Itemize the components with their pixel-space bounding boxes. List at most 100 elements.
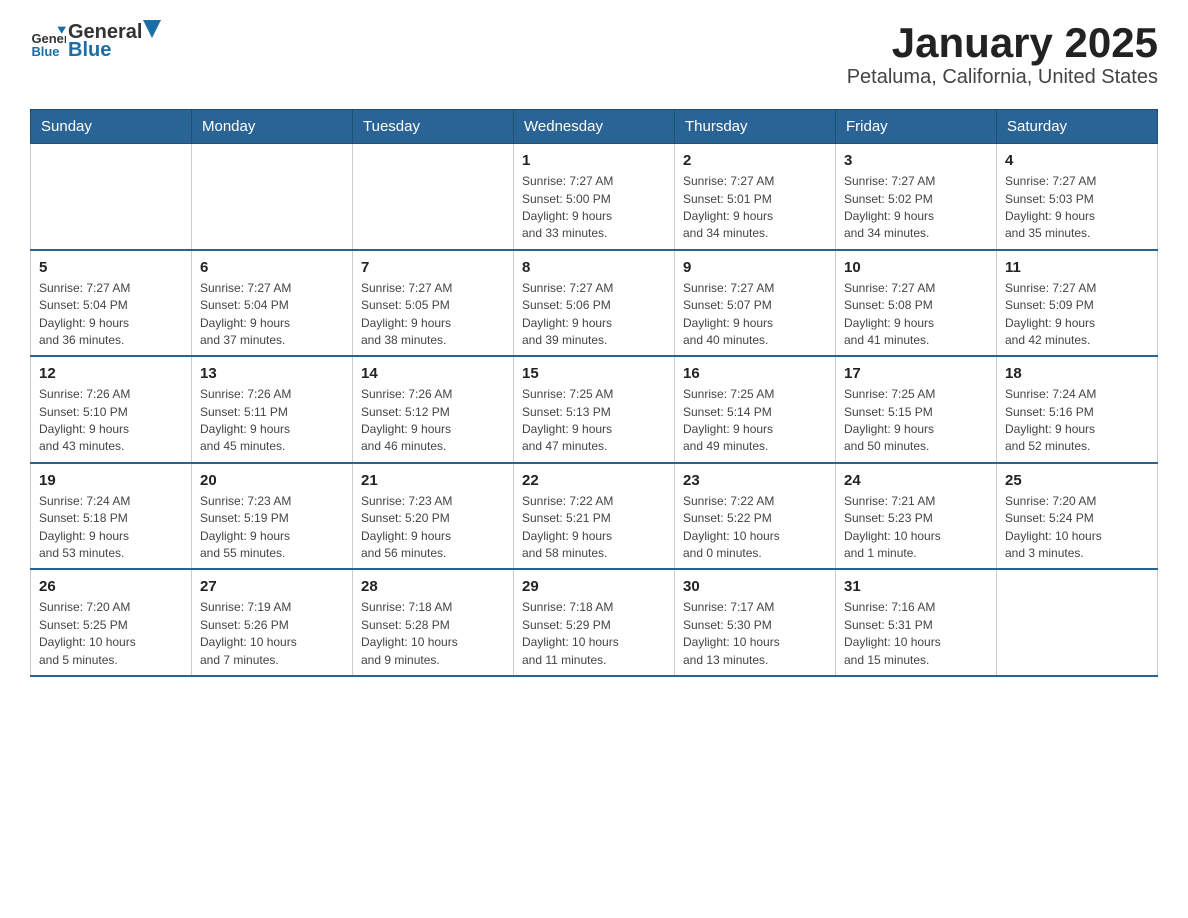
day-number: 29: [522, 576, 666, 597]
calendar-cell: 28Sunrise: 7:18 AM Sunset: 5:28 PM Dayli…: [353, 569, 514, 676]
page-title: January 2025: [847, 20, 1158, 66]
svg-text:Blue: Blue: [31, 44, 59, 59]
logo-blue-text: Blue: [68, 39, 111, 61]
calendar-cell: 1Sunrise: 7:27 AM Sunset: 5:00 PM Daylig…: [514, 144, 675, 250]
logo: General Blue General Blue: [30, 20, 163, 62]
day-number: 6: [200, 257, 344, 278]
calendar-cell: 17Sunrise: 7:25 AM Sunset: 5:15 PM Dayli…: [836, 356, 997, 463]
day-number: 19: [39, 470, 183, 491]
day-number: 25: [1005, 470, 1149, 491]
day-info: Sunrise: 7:23 AM Sunset: 5:19 PM Dayligh…: [200, 493, 344, 563]
calendar-cell: [997, 569, 1158, 676]
day-number: 20: [200, 470, 344, 491]
calendar-cell: 14Sunrise: 7:26 AM Sunset: 5:12 PM Dayli…: [353, 356, 514, 463]
calendar-header: SundayMondayTuesdayWednesdayThursdayFrid…: [31, 110, 1158, 144]
day-info: Sunrise: 7:26 AM Sunset: 5:10 PM Dayligh…: [39, 386, 183, 456]
calendar-col-sunday: Sunday: [31, 110, 192, 144]
day-number: 16: [683, 363, 827, 384]
calendar-cell: 10Sunrise: 7:27 AM Sunset: 5:08 PM Dayli…: [836, 250, 997, 357]
calendar-week-4: 19Sunrise: 7:24 AM Sunset: 5:18 PM Dayli…: [31, 463, 1158, 570]
day-info: Sunrise: 7:17 AM Sunset: 5:30 PM Dayligh…: [683, 599, 827, 669]
day-number: 23: [683, 470, 827, 491]
calendar-cell: [192, 144, 353, 250]
day-info: Sunrise: 7:24 AM Sunset: 5:16 PM Dayligh…: [1005, 386, 1149, 456]
calendar-col-saturday: Saturday: [997, 110, 1158, 144]
calendar-cell: 25Sunrise: 7:20 AM Sunset: 5:24 PM Dayli…: [997, 463, 1158, 570]
day-info: Sunrise: 7:27 AM Sunset: 5:02 PM Dayligh…: [844, 173, 988, 243]
day-number: 18: [1005, 363, 1149, 384]
calendar-cell: 4Sunrise: 7:27 AM Sunset: 5:03 PM Daylig…: [997, 144, 1158, 250]
day-number: 11: [1005, 257, 1149, 278]
day-number: 2: [683, 150, 827, 171]
day-number: 17: [844, 363, 988, 384]
calendar-cell: 5Sunrise: 7:27 AM Sunset: 5:04 PM Daylig…: [31, 250, 192, 357]
calendar-col-thursday: Thursday: [675, 110, 836, 144]
day-number: 14: [361, 363, 505, 384]
day-info: Sunrise: 7:18 AM Sunset: 5:29 PM Dayligh…: [522, 599, 666, 669]
day-info: Sunrise: 7:22 AM Sunset: 5:22 PM Dayligh…: [683, 493, 827, 563]
day-info: Sunrise: 7:20 AM Sunset: 5:25 PM Dayligh…: [39, 599, 183, 669]
calendar-cell: 9Sunrise: 7:27 AM Sunset: 5:07 PM Daylig…: [675, 250, 836, 357]
day-info: Sunrise: 7:27 AM Sunset: 5:04 PM Dayligh…: [200, 280, 344, 350]
day-number: 22: [522, 470, 666, 491]
calendar-cell: 6Sunrise: 7:27 AM Sunset: 5:04 PM Daylig…: [192, 250, 353, 357]
day-info: Sunrise: 7:27 AM Sunset: 5:08 PM Dayligh…: [844, 280, 988, 350]
day-info: Sunrise: 7:25 AM Sunset: 5:13 PM Dayligh…: [522, 386, 666, 456]
day-info: Sunrise: 7:27 AM Sunset: 5:00 PM Dayligh…: [522, 173, 666, 243]
calendar-cell: 12Sunrise: 7:26 AM Sunset: 5:10 PM Dayli…: [31, 356, 192, 463]
logo-arrow-icon: [143, 20, 161, 38]
day-number: 21: [361, 470, 505, 491]
page-subtitle: Petaluma, California, United States: [847, 66, 1158, 89]
calendar-cell: 24Sunrise: 7:21 AM Sunset: 5:23 PM Dayli…: [836, 463, 997, 570]
day-number: 24: [844, 470, 988, 491]
day-number: 28: [361, 576, 505, 597]
day-info: Sunrise: 7:20 AM Sunset: 5:24 PM Dayligh…: [1005, 493, 1149, 563]
calendar-cell: 2Sunrise: 7:27 AM Sunset: 5:01 PM Daylig…: [675, 144, 836, 250]
calendar-col-monday: Monday: [192, 110, 353, 144]
day-number: 12: [39, 363, 183, 384]
calendar-cell: 30Sunrise: 7:17 AM Sunset: 5:30 PM Dayli…: [675, 569, 836, 676]
day-number: 8: [522, 257, 666, 278]
day-info: Sunrise: 7:27 AM Sunset: 5:09 PM Dayligh…: [1005, 280, 1149, 350]
calendar-cell: [31, 144, 192, 250]
day-info: Sunrise: 7:26 AM Sunset: 5:12 PM Dayligh…: [361, 386, 505, 456]
calendar-col-tuesday: Tuesday: [353, 110, 514, 144]
day-info: Sunrise: 7:21 AM Sunset: 5:23 PM Dayligh…: [844, 493, 988, 563]
calendar-cell: 7Sunrise: 7:27 AM Sunset: 5:05 PM Daylig…: [353, 250, 514, 357]
calendar-cell: 29Sunrise: 7:18 AM Sunset: 5:29 PM Dayli…: [514, 569, 675, 676]
calendar-cell: 21Sunrise: 7:23 AM Sunset: 5:20 PM Dayli…: [353, 463, 514, 570]
calendar-body: 1Sunrise: 7:27 AM Sunset: 5:00 PM Daylig…: [31, 144, 1158, 676]
day-number: 26: [39, 576, 183, 597]
calendar-cell: 16Sunrise: 7:25 AM Sunset: 5:14 PM Dayli…: [675, 356, 836, 463]
day-info: Sunrise: 7:27 AM Sunset: 5:06 PM Dayligh…: [522, 280, 666, 350]
day-info: Sunrise: 7:22 AM Sunset: 5:21 PM Dayligh…: [522, 493, 666, 563]
day-info: Sunrise: 7:24 AM Sunset: 5:18 PM Dayligh…: [39, 493, 183, 563]
calendar-cell: 27Sunrise: 7:19 AM Sunset: 5:26 PM Dayli…: [192, 569, 353, 676]
day-number: 5: [39, 257, 183, 278]
day-number: 9: [683, 257, 827, 278]
calendar-table: SundayMondayTuesdayWednesdayThursdayFrid…: [30, 109, 1158, 677]
calendar-week-3: 12Sunrise: 7:26 AM Sunset: 5:10 PM Dayli…: [31, 356, 1158, 463]
day-info: Sunrise: 7:19 AM Sunset: 5:26 PM Dayligh…: [200, 599, 344, 669]
title-block: January 2025 Petaluma, California, Unite…: [847, 20, 1158, 89]
day-number: 4: [1005, 150, 1149, 171]
calendar-cell: 18Sunrise: 7:24 AM Sunset: 5:16 PM Dayli…: [997, 356, 1158, 463]
page-header: General Blue General Blue January 2025 P…: [30, 20, 1158, 89]
calendar-col-friday: Friday: [836, 110, 997, 144]
calendar-cell: 11Sunrise: 7:27 AM Sunset: 5:09 PM Dayli…: [997, 250, 1158, 357]
day-number: 30: [683, 576, 827, 597]
calendar-cell: [353, 144, 514, 250]
calendar-cell: 8Sunrise: 7:27 AM Sunset: 5:06 PM Daylig…: [514, 250, 675, 357]
day-info: Sunrise: 7:27 AM Sunset: 5:04 PM Dayligh…: [39, 280, 183, 350]
day-number: 13: [200, 363, 344, 384]
calendar-cell: 3Sunrise: 7:27 AM Sunset: 5:02 PM Daylig…: [836, 144, 997, 250]
day-info: Sunrise: 7:23 AM Sunset: 5:20 PM Dayligh…: [361, 493, 505, 563]
calendar-col-wednesday: Wednesday: [514, 110, 675, 144]
day-number: 27: [200, 576, 344, 597]
calendar-cell: 19Sunrise: 7:24 AM Sunset: 5:18 PM Dayli…: [31, 463, 192, 570]
day-info: Sunrise: 7:27 AM Sunset: 5:01 PM Dayligh…: [683, 173, 827, 243]
calendar-cell: 20Sunrise: 7:23 AM Sunset: 5:19 PM Dayli…: [192, 463, 353, 570]
calendar-week-2: 5Sunrise: 7:27 AM Sunset: 5:04 PM Daylig…: [31, 250, 1158, 357]
calendar-cell: 31Sunrise: 7:16 AM Sunset: 5:31 PM Dayli…: [836, 569, 997, 676]
day-info: Sunrise: 7:27 AM Sunset: 5:07 PM Dayligh…: [683, 280, 827, 350]
